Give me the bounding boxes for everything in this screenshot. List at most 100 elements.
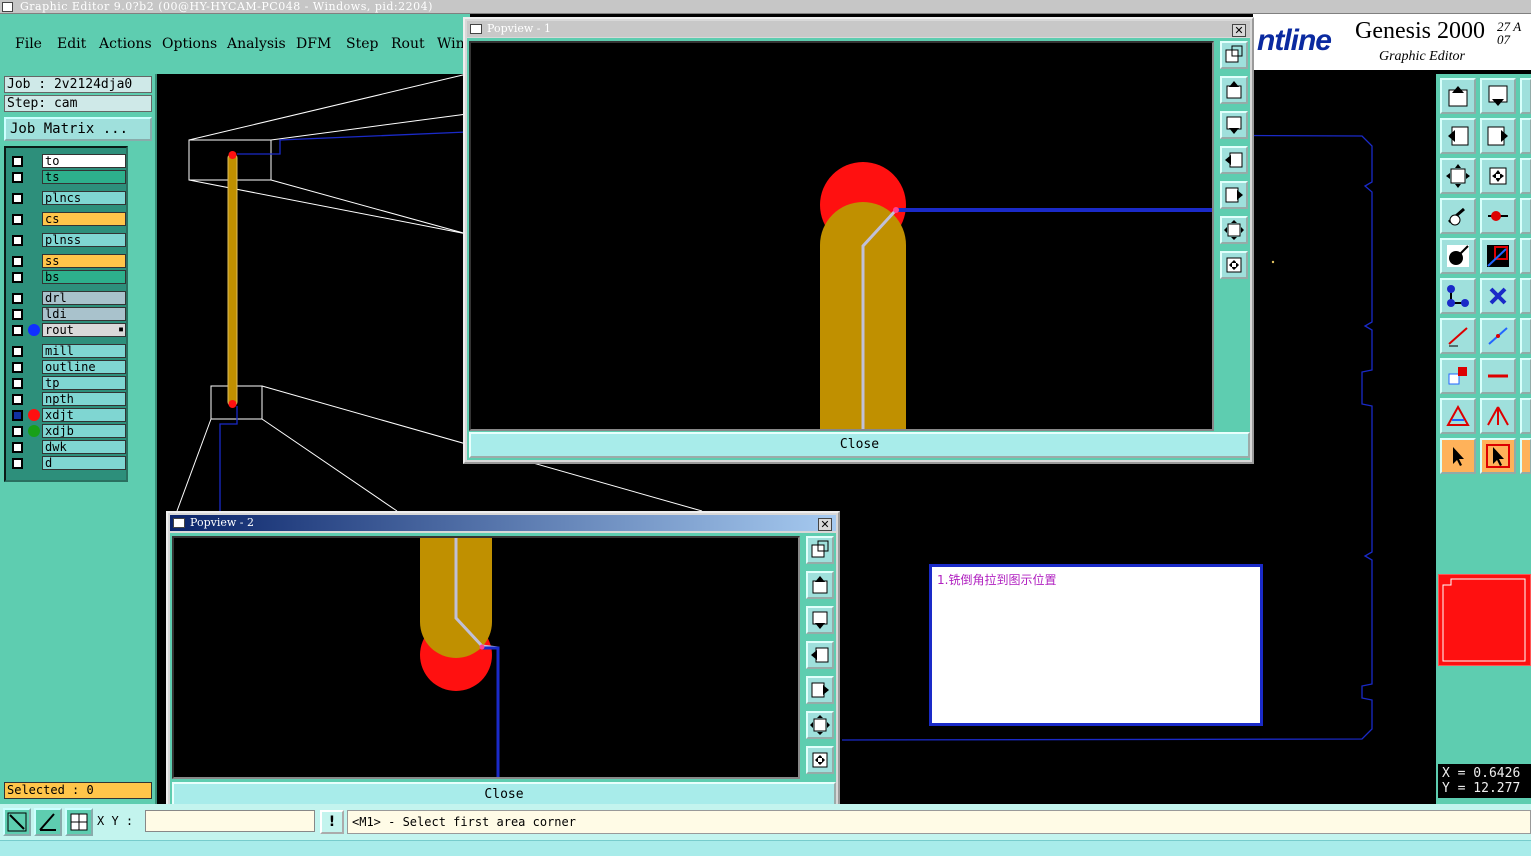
popview-1-zoom-in-button[interactable] bbox=[1220, 216, 1248, 244]
copy-pad-button[interactable] bbox=[1440, 358, 1476, 394]
tool-extra-10[interactable] bbox=[1520, 438, 1531, 474]
layer-row-ss[interactable]: ss bbox=[8, 254, 126, 268]
layer-row-mill[interactable]: mill bbox=[8, 344, 126, 358]
select-area-button[interactable] bbox=[1480, 438, 1516, 474]
tool-extra-3[interactable] bbox=[1520, 158, 1531, 194]
select-button[interactable] bbox=[1440, 438, 1476, 474]
tool-extra-5[interactable] bbox=[1520, 238, 1531, 274]
triangle-button[interactable] bbox=[1440, 398, 1476, 434]
menu-rout[interactable]: Rout bbox=[391, 36, 425, 52]
move-line-button[interactable] bbox=[1480, 318, 1516, 354]
tool-extra-2[interactable] bbox=[1520, 118, 1531, 154]
menu-file[interactable]: File bbox=[15, 36, 42, 52]
layer-row-rout[interactable]: rout ▪ bbox=[8, 323, 126, 337]
popview-2-up-button[interactable] bbox=[806, 571, 834, 599]
layer-checkbox[interactable] bbox=[12, 394, 23, 405]
pan-extra-button[interactable] bbox=[1520, 78, 1531, 114]
add-line-button[interactable] bbox=[1480, 238, 1516, 274]
tool-extra-6[interactable] bbox=[1520, 278, 1531, 314]
layer-name[interactable]: xdjt bbox=[42, 408, 126, 422]
job-matrix-button[interactable]: Job Matrix ... bbox=[4, 117, 152, 141]
center-snap-button[interactable] bbox=[65, 808, 93, 836]
layer-name[interactable]: to bbox=[42, 154, 126, 168]
layer-row-plncs[interactable]: plncs bbox=[8, 191, 126, 205]
layer-name[interactable]: bs bbox=[42, 270, 126, 284]
menu-options[interactable]: Options bbox=[162, 36, 217, 52]
layer-row-cs[interactable]: cs bbox=[8, 212, 126, 226]
layer-name[interactable]: xdjb bbox=[42, 424, 126, 438]
tool-extra-7[interactable] bbox=[1520, 318, 1531, 354]
layer-name[interactable]: npth bbox=[42, 392, 126, 406]
warning-button[interactable]: ! bbox=[320, 810, 344, 834]
layer-checkbox[interactable] bbox=[12, 156, 23, 167]
layer-name[interactable]: outline bbox=[42, 360, 126, 374]
layer-row-outline[interactable]: outline bbox=[8, 360, 126, 374]
split-line-button[interactable] bbox=[1480, 358, 1516, 394]
zoom-out-button[interactable] bbox=[1480, 158, 1516, 194]
tool-extra-4[interactable] bbox=[1520, 198, 1531, 234]
layer-checkbox[interactable] bbox=[12, 272, 23, 283]
pan-right-button[interactable] bbox=[1480, 118, 1516, 154]
popview-1-zoom-out-button[interactable] bbox=[1220, 251, 1248, 279]
menu-step[interactable]: Step bbox=[346, 36, 378, 52]
menu-window[interactable]: Win bbox=[437, 36, 465, 52]
popview-2-down-button[interactable] bbox=[806, 606, 834, 634]
layer-checkbox[interactable] bbox=[12, 378, 23, 389]
pan-up-button[interactable] bbox=[1440, 78, 1476, 114]
layer-name[interactable]: mill bbox=[42, 344, 126, 358]
popview-1-fit-button[interactable] bbox=[1220, 41, 1248, 69]
layer-checkbox[interactable] bbox=[12, 214, 23, 225]
menu-dfm[interactable]: DFM bbox=[296, 36, 331, 52]
layer-checkbox[interactable] bbox=[12, 362, 23, 373]
pan-down-button[interactable] bbox=[1480, 78, 1516, 114]
layer-row-bs[interactable]: bs bbox=[8, 270, 126, 284]
menu-analysis[interactable]: Analysis bbox=[227, 36, 286, 52]
popview-1-right-button[interactable] bbox=[1220, 181, 1248, 209]
pan-left-button[interactable] bbox=[1440, 118, 1476, 154]
layer-row-plnss[interactable]: plnss bbox=[8, 233, 126, 247]
popview-1-close-button[interactable]: Close bbox=[469, 432, 1250, 458]
layer-row-xdjt[interactable]: xdjt bbox=[8, 408, 126, 422]
layer-checkbox[interactable] bbox=[12, 346, 23, 357]
popview-2-fit-button[interactable] bbox=[806, 536, 834, 564]
delete-button[interactable] bbox=[1480, 278, 1516, 314]
layer-name[interactable]: ts bbox=[42, 170, 126, 184]
popview-2-close-icon[interactable]: ✕ bbox=[818, 518, 832, 531]
layer-checkbox[interactable] bbox=[12, 256, 23, 267]
tool-extra-8[interactable] bbox=[1520, 358, 1531, 394]
layer-checkbox[interactable] bbox=[12, 325, 23, 336]
connect-button[interactable] bbox=[1440, 278, 1476, 314]
popview-1-view[interactable] bbox=[469, 41, 1214, 431]
layer-name[interactable]: plnss bbox=[42, 233, 126, 247]
grid-snap-button[interactable] bbox=[34, 808, 62, 836]
layer-name[interactable]: rout bbox=[42, 323, 126, 337]
layer-name[interactable]: drl bbox=[42, 291, 126, 305]
layer-checkbox[interactable] bbox=[12, 410, 23, 421]
layer-checkbox[interactable] bbox=[12, 426, 23, 437]
layer-row-xdjb[interactable]: xdjb bbox=[8, 424, 126, 438]
layer-row-drl[interactable]: drl bbox=[8, 291, 126, 305]
layer-row-d[interactable]: d bbox=[8, 456, 126, 470]
menu-edit[interactable]: Edit bbox=[57, 36, 86, 52]
popview-2-zoom-in-button[interactable] bbox=[806, 711, 834, 739]
overview-minimap[interactable] bbox=[1438, 574, 1531, 666]
layer-checkbox[interactable] bbox=[12, 172, 23, 183]
layer-name[interactable]: ss bbox=[42, 254, 126, 268]
popview-1-down-button[interactable] bbox=[1220, 111, 1248, 139]
popview-1-left-button[interactable] bbox=[1220, 146, 1248, 174]
add-pad-button[interactable] bbox=[1440, 238, 1476, 274]
layer-name[interactable]: cs bbox=[42, 212, 126, 226]
popview-1-close-icon[interactable]: ✕ bbox=[1232, 24, 1246, 37]
edit-line-button[interactable] bbox=[1440, 318, 1476, 354]
popview-1-up-button[interactable] bbox=[1220, 76, 1248, 104]
layer-checkbox[interactable] bbox=[12, 309, 23, 320]
layer-row-ts[interactable]: ts bbox=[8, 170, 126, 184]
layer-checkbox[interactable] bbox=[12, 458, 23, 469]
measure-button[interactable] bbox=[1440, 198, 1476, 234]
popview-2-left-button[interactable] bbox=[806, 641, 834, 669]
layer-name[interactable]: dwk bbox=[42, 440, 126, 454]
layer-row-tp[interactable]: tp bbox=[8, 376, 126, 390]
layer-row-ldi[interactable]: ldi bbox=[8, 307, 126, 321]
layer-name[interactable]: ldi bbox=[42, 307, 126, 321]
layer-row-to[interactable]: to bbox=[8, 154, 126, 168]
